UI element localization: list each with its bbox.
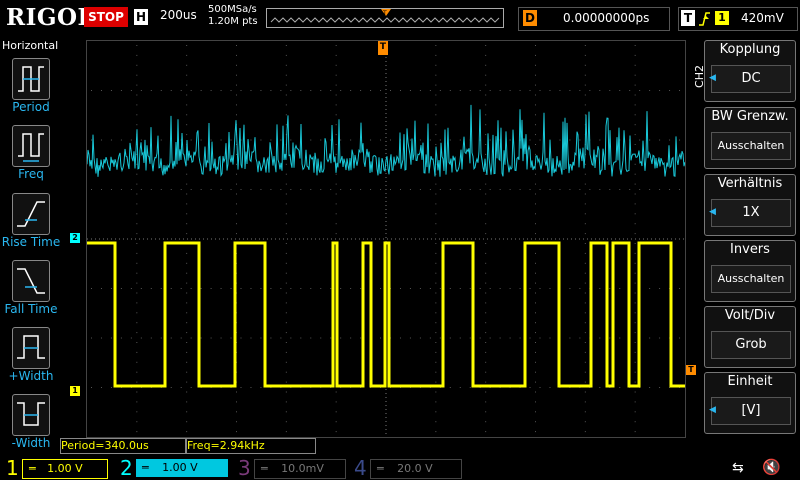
channel-number: 4 [354,456,367,480]
channel-number: 1 [6,456,19,480]
trigger-level-value: 420mV [741,11,784,25]
rising-edge-icon [699,12,710,26]
trigger-level-marker[interactable]: T [686,365,696,375]
frequency-icon [12,125,50,167]
acquisition-info: 500MSa/s 1.20M pts [208,4,258,28]
menu-item-volts-div[interactable]: Volt/Div Grob [704,306,796,368]
measurement-period[interactable]: Period=340.0us [60,438,186,454]
channel-scale: 10.0mV [281,462,324,475]
ch2-waveform [87,104,685,177]
positive-width-icon [12,327,50,369]
channel-menu: CH2 Kopplung DC ◀ BW Grenzw. Ausschalten… [693,38,800,456]
svg-text:T: T [382,10,387,17]
channel-scale-box: ═ 10.0mV [254,459,346,479]
fall-time-icon [12,260,50,302]
menu-header: Volt/Div [724,308,776,323]
menu-item-label: +Width [8,369,54,383]
usb-icon: ⇆ [732,460,744,476]
delay-label: D [523,10,537,26]
delay-value: 0.00000000ps [563,11,650,25]
select-arrow-icon: ◀ [709,405,716,415]
channel-scale: 1.00 V [162,461,198,474]
menu-item-label: Freq [18,167,44,181]
delay-display[interactable]: D 0.00000000ps [518,7,670,31]
channel-number: 2 [120,456,133,480]
status-bar: RIGOL STOP H 200us 500MSa/s 1.20M pts T … [0,0,800,38]
dc-coupling-icon: ═ [29,462,36,475]
menu-value: [V] [711,397,791,425]
trigger-display[interactable]: T 1 420mV [678,7,798,31]
timebase-value[interactable]: 200us [160,8,197,22]
ch1-offset-marker[interactable]: 1 [70,386,80,396]
trigger-position-marker[interactable]: T [378,41,388,55]
channel-number: 3 [238,456,251,480]
channel-scale: 20.0 V [397,462,433,475]
negative-width-icon [12,394,50,436]
menu-value: Ausschalten [711,132,791,160]
menu-item-label: Period [12,100,50,114]
menu-item-bw-limit[interactable]: BW Grenzw. Ausschalten [704,107,796,169]
measurement-frequency[interactable]: Freq=2.94kHz [186,438,316,454]
menu-title: Horizontal [2,39,59,52]
menu-value: Grob [711,331,791,359]
rise-time-icon [12,193,50,235]
channel-bar: 1 ═ 1.00 V 2 ═ 1.00 V 3 ═ 10.0mV 4 ═ 20.… [0,456,800,480]
dc-coupling-icon: ═ [261,462,268,475]
menu-header: Invers [730,242,770,257]
memory-depth: 1.20M pts [208,16,258,27]
trigger-source-badge: 1 [715,11,729,25]
waveform-display[interactable] [86,40,686,438]
menu-item-probe-ratio[interactable]: Verhältnis 1X ◀ [704,174,796,236]
horizontal-measure-menu: Horizontal Period Freq Rise Time Fall Ti… [0,38,62,456]
menu-item-label: Fall Time [4,302,58,316]
rigol-logo: RIGOL [6,4,95,31]
menu-item-coupling[interactable]: Kopplung DC ◀ [704,40,796,102]
dc-coupling-icon: ═ [142,461,149,474]
menu-header: Verhältnis [717,176,783,191]
menu-item-invert[interactable]: Invers Ausschalten [704,240,796,302]
menu-value: DC [711,65,791,93]
sample-rate: 500MSa/s [208,4,257,15]
memory-waveform-icon: T [270,9,500,23]
select-arrow-icon: ◀ [709,207,716,217]
menu-item-label: -Width [11,436,51,450]
period-icon [12,58,50,100]
ch1-waveform [87,241,685,388]
menu-header: Einheit [727,374,773,389]
menu-value: Ausschalten [711,265,791,293]
menu-value: 1X [711,199,791,227]
ch2-offset-marker[interactable]: 2 [70,233,80,243]
menu-header: BW Grenzw. [711,109,789,124]
menu-item-unit[interactable]: Einheit [V] ◀ [704,372,796,434]
mute-icon[interactable]: 🔇 [762,458,781,476]
channel-scale-box: ═ 1.00 V [136,459,228,477]
horizontal-label: H [134,9,148,25]
channel-scale-box: ═ 1.00 V [22,459,108,479]
trigger-label: T [681,10,695,26]
dc-coupling-icon: ═ [377,462,384,475]
graticule [87,41,685,437]
menu-header: Kopplung [719,42,781,57]
channel-scale-box: ═ 20.0 V [370,459,462,479]
select-arrow-icon: ◀ [709,73,716,83]
menu-item-label: Rise Time [1,235,61,249]
channel-scale: 1.00 V [47,462,83,475]
memory-overview[interactable]: T [266,8,504,28]
run-stop-indicator[interactable]: STOP [84,7,128,27]
